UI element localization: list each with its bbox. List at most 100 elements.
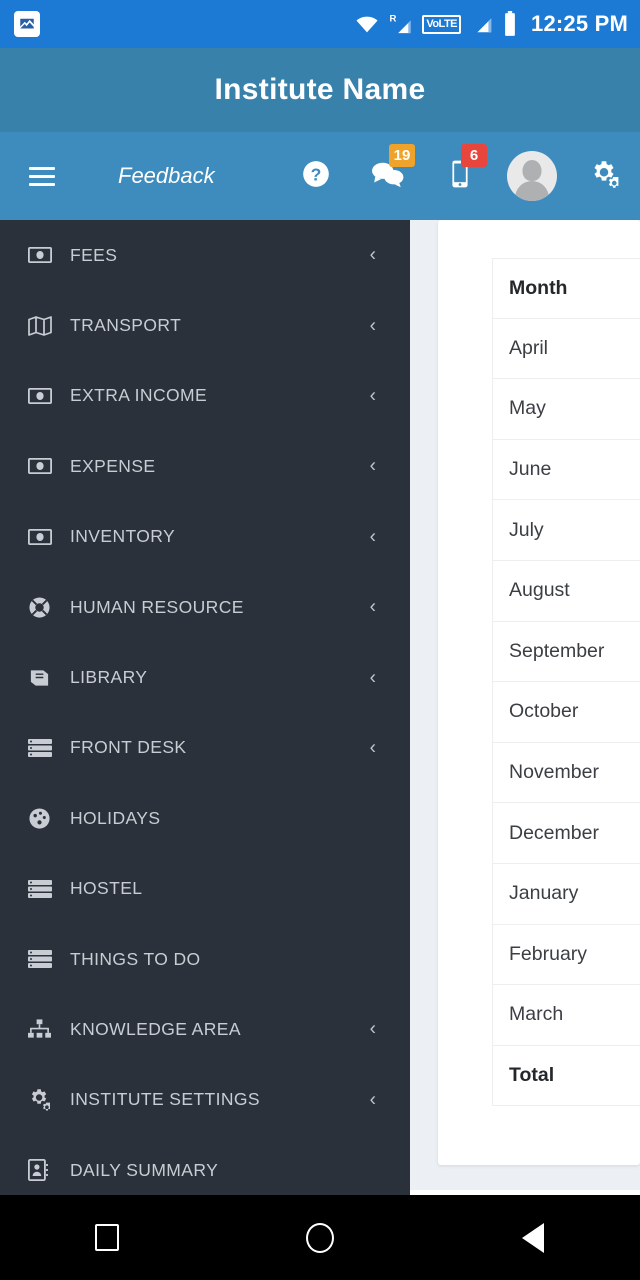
device-badge: 6	[461, 144, 487, 167]
table-row[interactable]: November	[492, 742, 640, 804]
sidebar-item-label: KNOWLEDGE AREA	[70, 1018, 241, 1039]
messages-button[interactable]: 19	[352, 132, 424, 220]
sidebar-item-label: HOLIDAYS	[70, 807, 161, 828]
table-cell-month: March	[509, 1003, 564, 1026]
table-cell-month: July	[509, 518, 544, 541]
sidebar-item-transport[interactable]: TRANSPORT ‹	[0, 290, 410, 360]
svg-text:R: R	[390, 13, 397, 24]
sidebar-item-front-desk[interactable]: FRONT DESK ‹	[0, 713, 410, 783]
table-cell-month: June	[509, 458, 552, 481]
chevron-left-icon: ‹	[369, 667, 376, 689]
sidebar-item-daily-summary[interactable]: DAILY SUMMARY	[0, 1135, 410, 1195]
table-cell-month: February	[509, 942, 588, 965]
status-bar-icons: R VoLTE 12:25 PM	[354, 11, 640, 37]
content-area: FEES ‹ TRANSPORT ‹ EXTRA INCOME ‹ EXPENS…	[0, 220, 640, 1195]
chevron-left-icon: ‹	[369, 526, 376, 548]
photo-icon	[14, 11, 40, 37]
table-row[interactable]: August	[492, 560, 640, 622]
square-recents-icon	[94, 1224, 119, 1251]
sidebar-item-label: EXPENSE	[70, 455, 156, 476]
sidebar-item-label: LIBRARY	[70, 667, 148, 688]
sidebar-item-label: THINGS TO DO	[70, 948, 201, 969]
contact-card-icon	[28, 1159, 60, 1182]
server-icon	[28, 950, 60, 969]
table-row[interactable]: January	[492, 863, 640, 925]
volte-icon: VoLTE	[422, 14, 462, 34]
sidebar-item-library[interactable]: LIBRARY ‹	[0, 642, 410, 712]
table-row[interactable]: September	[492, 621, 640, 683]
table-row[interactable]: December	[492, 803, 640, 864]
phone-screen: R VoLTE 12:25 PM Institute Name Feedback…	[0, 0, 640, 1280]
sidebar-item-knowledge-area[interactable]: KNOWLEDGE AREA ‹	[0, 994, 410, 1064]
table-row[interactable]: July	[492, 500, 640, 561]
page-title: Institute Name	[214, 73, 426, 106]
chevron-left-icon: ‹	[369, 1018, 376, 1040]
sidebar-item-human-resource[interactable]: HUMAN RESOURCE ‹	[0, 572, 410, 642]
sidebar-item-things-to-do[interactable]: THINGS TO DO	[0, 924, 410, 994]
money-bill-icon	[28, 387, 60, 404]
sidebar-item-label: FEES	[70, 244, 118, 265]
chevron-left-icon: ‹	[369, 1089, 376, 1111]
sidebar-item-hostel[interactable]: HOSTEL	[0, 854, 410, 924]
settings-button[interactable]	[568, 132, 640, 220]
sidebar-item-holidays[interactable]: HOLIDAYS	[0, 783, 410, 853]
table-cell-month: October	[509, 700, 579, 723]
chevron-left-icon: ‹	[369, 315, 376, 337]
table-cell-month: May	[509, 397, 546, 420]
sidebar-item-expense[interactable]: EXPENSE ‹	[0, 431, 410, 501]
signal-roaming-icon: R	[389, 13, 413, 36]
profile-button[interactable]	[496, 132, 568, 220]
map-icon	[28, 315, 60, 336]
sidebar-item-label: DAILY SUMMARY	[70, 1159, 219, 1180]
sidebar-item-institute-settings[interactable]: INSTITUTE SETTINGS ‹	[0, 1065, 410, 1135]
table-cell-month: December	[509, 821, 599, 844]
feedback-link[interactable]: Feedback	[118, 163, 215, 189]
table-cell-month: January	[509, 882, 579, 905]
app-toolbar: Feedback ? 19 6	[0, 132, 640, 220]
server-icon	[28, 879, 60, 898]
server-icon	[28, 738, 60, 757]
question-circle-icon: ?	[302, 160, 330, 193]
toolbar-actions: ? 19 6	[280, 132, 640, 220]
table-row[interactable]: February	[492, 924, 640, 986]
device-button[interactable]: 6	[424, 132, 496, 220]
sidebar-item-label: INVENTORY	[70, 526, 176, 547]
table-cell-month: September	[509, 639, 605, 662]
sidebar-item-label: HOSTEL	[70, 878, 143, 899]
recents-button[interactable]	[47, 1195, 167, 1280]
table-row[interactable]: April	[492, 318, 640, 380]
table-row[interactable]: June	[492, 439, 640, 501]
sidebar-item-label: INSTITUTE SETTINGS	[70, 1089, 260, 1110]
money-bill-icon	[28, 528, 60, 545]
table-cell-month: November	[509, 761, 599, 784]
sidebar-item-extra-income[interactable]: EXTRA INCOME ‹	[0, 361, 410, 431]
hamburger-icon[interactable]	[12, 166, 72, 186]
table-row[interactable]: May	[492, 379, 640, 440]
sidebar-item-fees[interactable]: FEES ‹	[0, 220, 410, 290]
table-footer-row: Total	[492, 1045, 640, 1107]
sidebar-item-label: FRONT DESK	[70, 737, 187, 758]
navigation-drawer: FEES ‹ TRANSPORT ‹ EXTRA INCOME ‹ EXPENS…	[0, 220, 410, 1195]
home-button[interactable]	[260, 1195, 380, 1280]
triangle-back-icon	[522, 1222, 545, 1253]
help-button[interactable]: ?	[280, 132, 352, 220]
chevron-left-icon: ‹	[369, 737, 376, 759]
battery-icon	[503, 11, 517, 37]
table-cell-month: August	[509, 579, 570, 602]
table-cell-month: April	[509, 336, 549, 359]
status-bar: R VoLTE 12:25 PM	[0, 0, 640, 48]
sitemap-icon	[28, 1019, 60, 1039]
table-row[interactable]: October	[492, 682, 640, 743]
gears-icon	[589, 159, 619, 194]
back-button[interactable]	[473, 1195, 593, 1280]
main-panel: Month April May June July August Septemb…	[410, 220, 640, 1195]
table-row[interactable]: March	[492, 985, 640, 1046]
life-ring-icon	[28, 596, 60, 619]
gears-icon	[28, 1088, 60, 1112]
summary-card: Month April May June July August Septemb…	[438, 220, 640, 1165]
sidebar-item-label: HUMAN RESOURCE	[70, 596, 244, 617]
chevron-left-icon: ‹	[369, 385, 376, 407]
sidebar-item-inventory[interactable]: INVENTORY ‹	[0, 502, 410, 572]
chevron-left-icon: ‹	[369, 596, 376, 618]
status-bar-notifications	[0, 11, 40, 37]
